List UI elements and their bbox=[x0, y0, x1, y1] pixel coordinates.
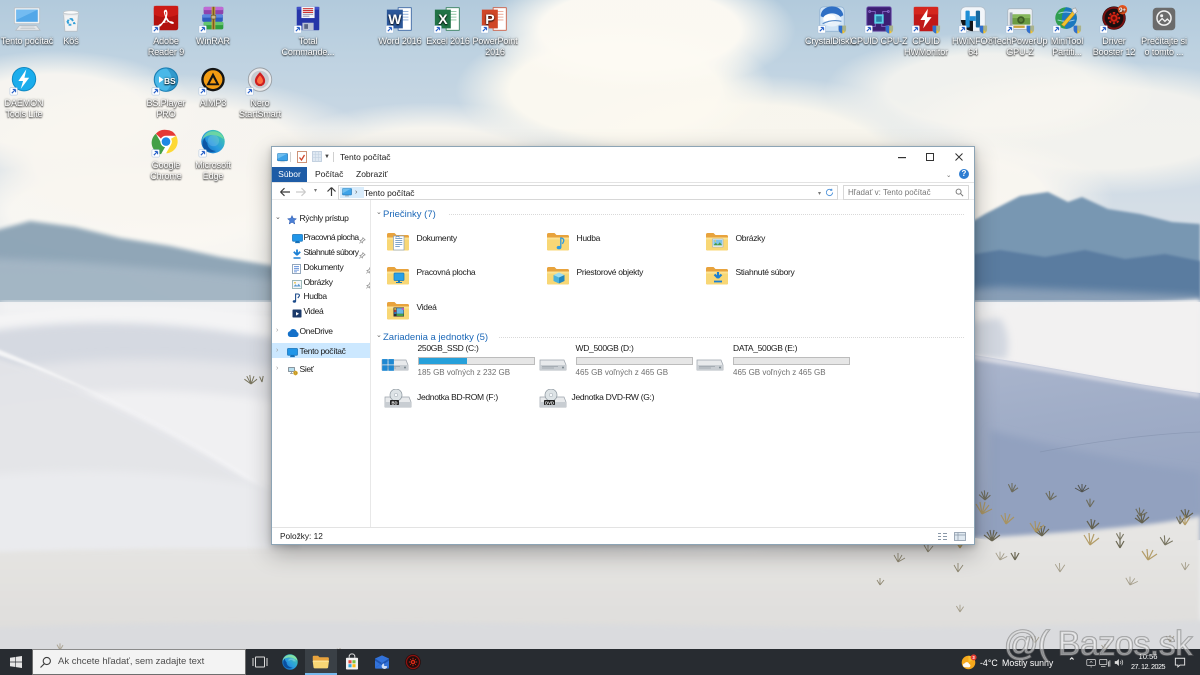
svg-text:P: P bbox=[485, 11, 494, 27]
svg-text:BS: BS bbox=[164, 76, 176, 86]
svg-text:X: X bbox=[438, 11, 448, 27]
svg-text:BD: BD bbox=[391, 400, 397, 405]
svg-text:DVD: DVD bbox=[545, 400, 554, 405]
svg-text:9+: 9+ bbox=[1119, 7, 1126, 14]
svg-text:W: W bbox=[388, 11, 402, 27]
